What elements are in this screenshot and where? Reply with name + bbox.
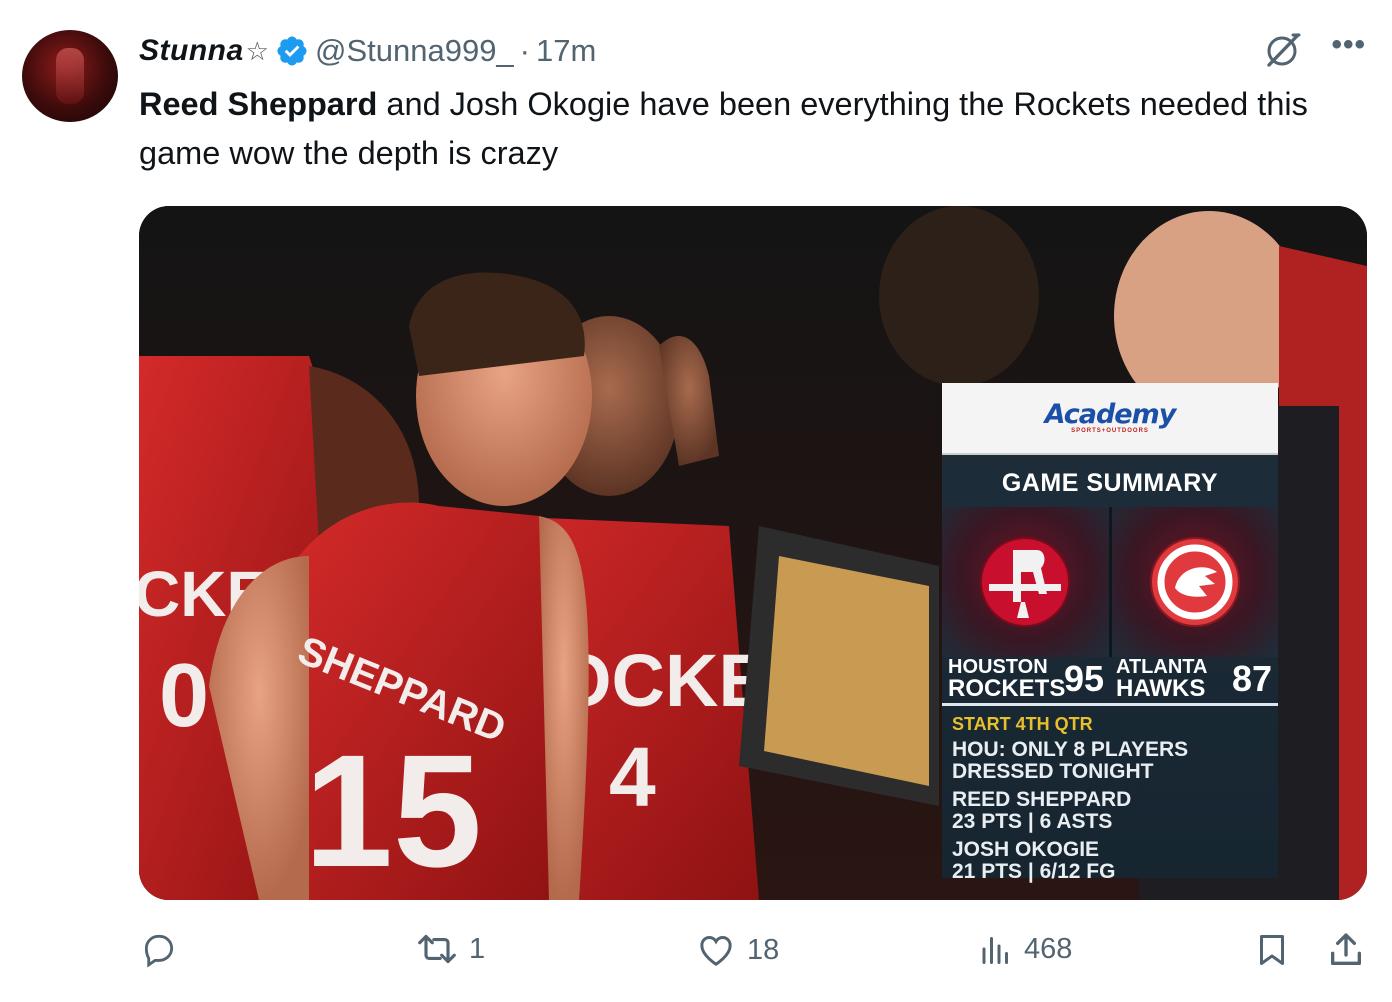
hawks-logo-cell (1108, 507, 1278, 657)
score-row: HOUSTON ROCKETS 95 ATLANTA HAWKS 87 (942, 655, 1278, 703)
player-name: JOSH OKOGIE (952, 838, 1100, 861)
retweet-count: 1 (469, 932, 486, 965)
quarter-label: START 4TH QTR (952, 714, 1093, 734)
display-name[interactable]: Stunna (139, 34, 244, 68)
scoreboard-divider (942, 703, 1278, 706)
team-logos (942, 507, 1278, 657)
tweet-media[interactable]: CKETS 0 OCKETS 4 SHEPPARD 15 Academy SPO… (139, 206, 1367, 900)
reply-icon (144, 934, 174, 968)
views-icon (982, 937, 1008, 964)
away-team: ATLANTA HAWKS 87 (1110, 655, 1278, 703)
summary-title: GAME SUMMARY (1001, 469, 1219, 497)
tweet-actions: 1 18 468 (0, 930, 1392, 986)
player-stats: 21 PTS | 6/12 FG (952, 860, 1116, 883)
verified-badge-icon[interactable] (275, 34, 309, 68)
rockets-logo-cell (942, 507, 1109, 657)
share-button[interactable] (1326, 930, 1366, 970)
jersey-number-left: 0 (159, 646, 209, 746)
avatar[interactable] (22, 30, 118, 122)
bookmark-icon (1260, 935, 1284, 965)
sponsor-tagline: SPORTS+OUTDOORS (1071, 428, 1149, 434)
retweet-button[interactable]: 1 (415, 930, 485, 968)
note-line: DRESSED TONIGHT (952, 760, 1154, 783)
note-line: HOU: ONLY 8 PLAYERS (952, 738, 1189, 761)
sponsor-banner: Academy SPORTS+OUTDOORS (942, 383, 1278, 455)
share-icon (1331, 933, 1361, 965)
sponsor-logo: Academy (1044, 399, 1177, 430)
timestamp[interactable]: 17m (536, 33, 596, 69)
more-icon[interactable]: ••• (1331, 30, 1366, 60)
handle[interactable]: @Stunna999_ (315, 33, 514, 69)
tweet-text: Reed Sheppard and Josh Okogie have been … (139, 80, 1379, 178)
like-count: 18 (747, 933, 780, 966)
like-icon (700, 935, 732, 966)
home-score: 95 (1063, 658, 1104, 699)
reply-button[interactable] (140, 930, 178, 968)
home-name: ROCKETS (948, 675, 1066, 702)
player-stats: 23 PTS | 6 ASTS (952, 810, 1113, 833)
away-city: ATLANTA (1116, 656, 1208, 678)
like-button[interactable]: 18 (695, 930, 779, 970)
tweet-header: Stunna ☆ @Stunna999_ · 17m (139, 28, 596, 74)
jersey-number-middle: 4 (609, 730, 656, 824)
hawks-logo-icon (1149, 537, 1240, 627)
mentioned-player: Reed Sheppard (139, 86, 378, 122)
away-score: 87 (1231, 658, 1272, 699)
home-team: HOUSTON ROCKETS 95 (942, 655, 1110, 703)
home-city: HOUSTON (948, 656, 1048, 678)
away-name: HAWKS (1116, 675, 1206, 702)
separator-dot: · (519, 33, 530, 68)
star-emoji: ☆ (245, 35, 269, 66)
jersey-number-front: 15 (304, 721, 482, 900)
rockets-logo-icon (980, 537, 1071, 627)
bookmark-button[interactable] (1254, 930, 1290, 970)
player-name: REED SHEPPARD (952, 788, 1132, 811)
game-summary-graphic: Academy SPORTS+OUTDOORS GAME SUMMARY HOU… (942, 383, 1278, 883)
grok-icon[interactable] (1263, 30, 1303, 70)
game-notes: START 4TH QTR HOU: ONLY 8 PLAYERS DRESSE… (952, 713, 1272, 883)
views-count: 468 (1024, 932, 1073, 965)
tweet-top-actions: ••• (1263, 30, 1366, 70)
retweet-icon (418, 934, 456, 964)
views-button[interactable]: 468 (978, 930, 1072, 968)
